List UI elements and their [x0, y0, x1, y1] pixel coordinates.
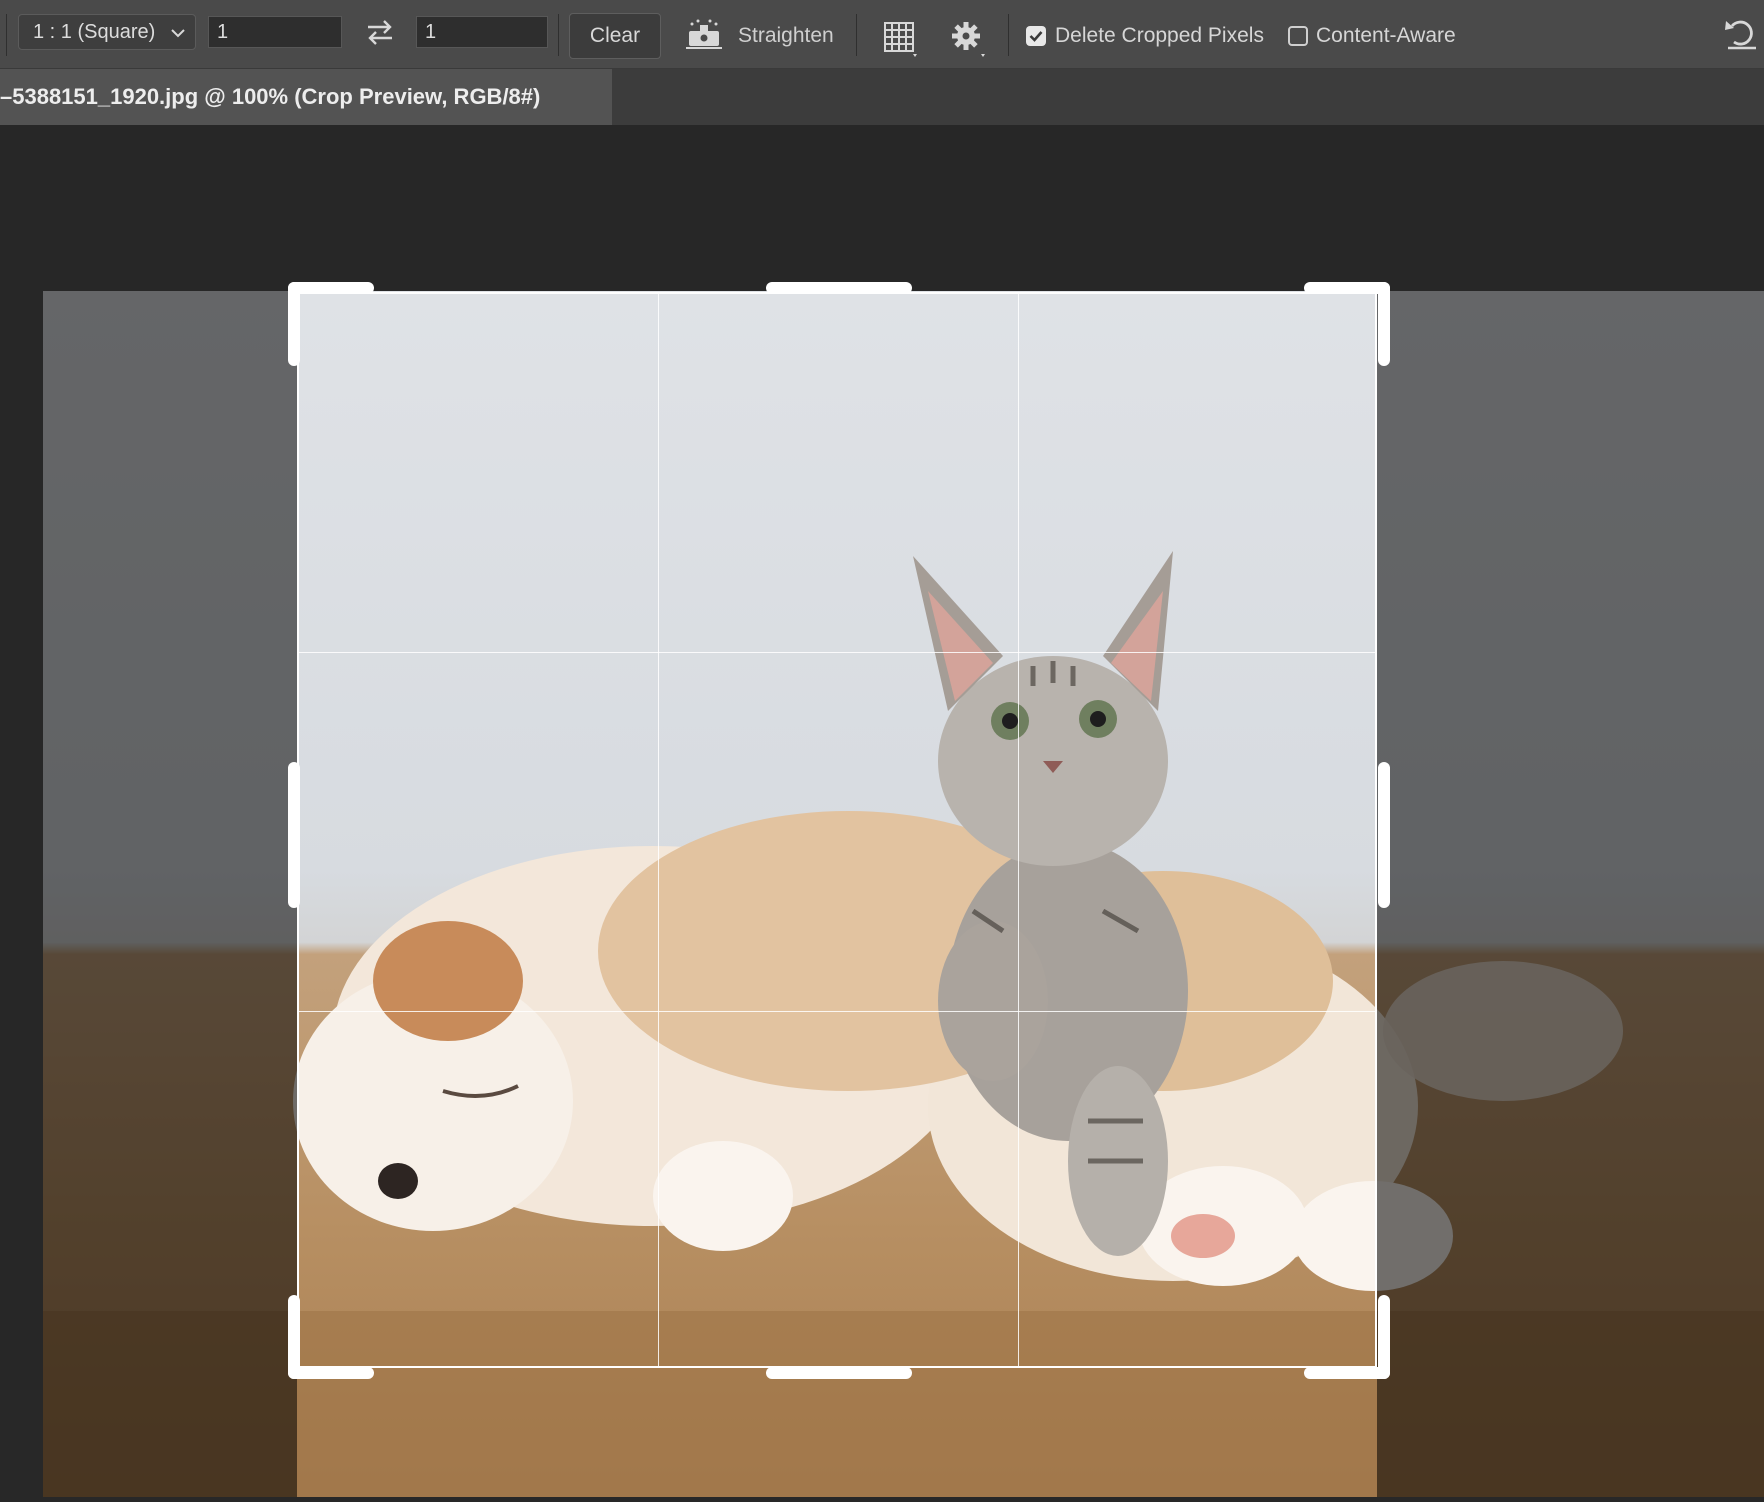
- rule-of-thirds-line: [299, 1011, 1375, 1012]
- crop-shield-right: [1377, 291, 1764, 1497]
- chevron-down-icon: [171, 29, 185, 38]
- crop-handle-top[interactable]: [766, 282, 912, 294]
- crop-handle-top-left[interactable]: [288, 282, 374, 294]
- width-ratio-input[interactable]: [208, 16, 342, 48]
- crop-handle-bottom-left[interactable]: [288, 1367, 374, 1379]
- reset-icon[interactable]: [1722, 16, 1760, 52]
- separator: [856, 14, 857, 56]
- aspect-ratio-value: 1 : 1 (Square): [33, 21, 156, 43]
- separator: [6, 14, 7, 56]
- height-ratio-input[interactable]: [416, 16, 548, 48]
- crop-handle-right[interactable]: [1378, 762, 1390, 908]
- grid-overlay-icon[interactable]: [880, 18, 920, 58]
- separator: [558, 14, 559, 56]
- rule-of-thirds-line: [299, 652, 1375, 653]
- crop-shield-left: [43, 291, 297, 1497]
- straighten-level-icon[interactable]: [684, 18, 724, 52]
- clear-button[interactable]: Clear: [569, 13, 661, 59]
- document-tab[interactable]: –5388151_1920.jpg @ 100% (Crop Preview, …: [0, 69, 612, 125]
- rule-of-thirds-line: [1018, 294, 1019, 1366]
- crop-handle-bottom[interactable]: [766, 1367, 912, 1379]
- options-bar: 1 : 1 (Square) Clear Straighten: [0, 0, 1764, 69]
- delete-cropped-pixels-checkbox[interactable]: [1026, 26, 1046, 46]
- aspect-ratio-select[interactable]: 1 : 1 (Square): [18, 14, 196, 50]
- swap-arrows-icon[interactable]: [362, 16, 398, 48]
- crop-box[interactable]: [297, 292, 1377, 1368]
- gear-icon[interactable]: [948, 18, 988, 58]
- content-aware-label[interactable]: Content-Aware: [1316, 24, 1456, 48]
- document-tab-bar: –5388151_1920.jpg @ 100% (Crop Preview, …: [0, 69, 1764, 125]
- straighten-label[interactable]: Straighten: [738, 24, 834, 48]
- crop-handle-bottom-left[interactable]: [288, 1295, 300, 1379]
- crop-handle-bottom-right[interactable]: [1378, 1295, 1390, 1379]
- content-aware-checkbox[interactable]: [1288, 26, 1308, 46]
- crop-handle-top-left[interactable]: [288, 282, 300, 366]
- canvas-area[interactable]: [0, 125, 1764, 1497]
- checkmark-icon: [1029, 31, 1043, 42]
- separator: [1008, 14, 1009, 56]
- delete-cropped-pixels-label[interactable]: Delete Cropped Pixels: [1055, 24, 1264, 48]
- crop-handle-top-right[interactable]: [1378, 282, 1390, 366]
- crop-handle-left[interactable]: [288, 762, 300, 908]
- rule-of-thirds-line: [658, 294, 659, 1366]
